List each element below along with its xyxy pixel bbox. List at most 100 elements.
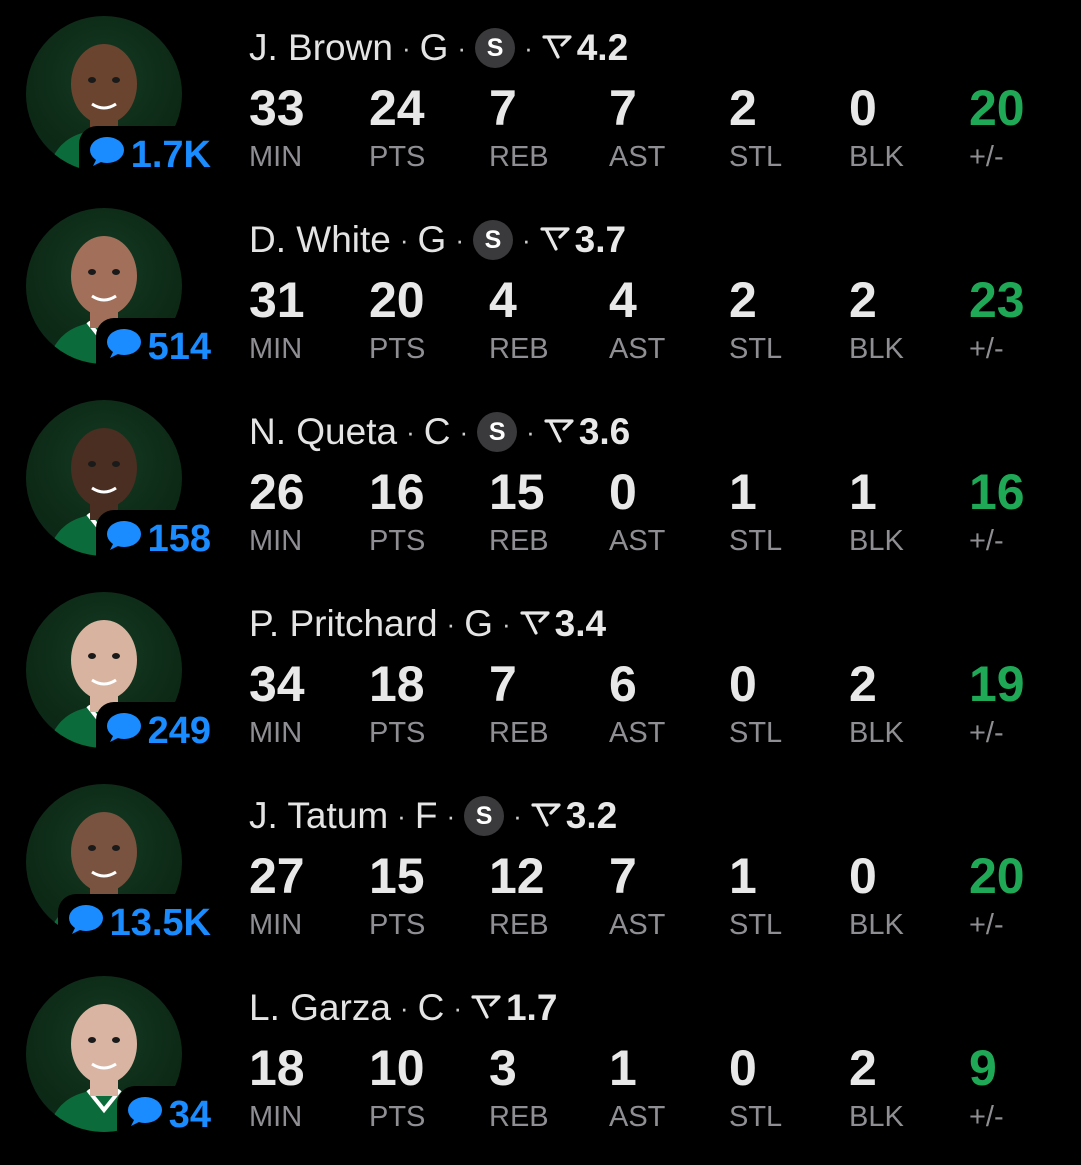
stat-value: 1 [729,464,757,520]
player-name[interactable]: D. White [249,219,391,261]
player-name[interactable]: N. Queta [249,411,397,453]
stat-value: 15 [369,848,425,904]
stat-label: AST [609,717,666,749]
player-info-line: P. Pritchard · G · 3.4 [249,600,606,648]
separator-dot: · [524,32,533,63]
stat-value: 2 [729,272,757,328]
separator-dot: · [501,608,511,639]
stat-value: 12 [489,848,545,904]
player-name[interactable]: J. Brown [249,27,393,69]
comment-bubble-icon [127,1096,163,1135]
separator-dot: · [513,800,522,831]
comment-bubble-icon [89,136,125,175]
stat-label: MIN [249,141,303,173]
rating-icon [520,603,550,645]
stat-value: 9 [969,1040,997,1096]
separator-dot: · [455,224,464,255]
stat-value: 2 [849,656,877,712]
stat-label: PTS [369,525,426,557]
stat-label: +/- [969,333,1004,365]
stat-label: STL [729,1101,783,1133]
stat-value: 16 [969,464,1025,520]
comment-count: 249 [147,710,211,752]
player-row[interactable]: 158 N. Queta · C · S · 3.6 26 MIN 16 PTS 15 REB 0 AST 1 S… [0,384,1081,576]
player-row[interactable]: 514 D. White · G · S · 3.7 31 MIN 20 PTS 4 REB 4 AST 2 ST… [0,192,1081,384]
separator-dot: · [446,800,456,831]
stat-value: 15 [489,464,545,520]
stat-value: 16 [369,464,425,520]
stat-value: 3 [489,1040,517,1096]
stat-value: 19 [969,656,1025,712]
stat-label: PTS [369,909,426,941]
stat-label: STL [729,525,783,557]
stat-label: STL [729,909,783,941]
player-name[interactable]: P. Pritchard [249,603,438,645]
stat-label: BLK [849,333,904,365]
comment-count-badge[interactable]: 249 [95,702,213,760]
rating-value: 3.2 [565,795,618,836]
stat-label: PTS [369,141,426,173]
player-info-line: L. Garza · C · 1.7 [249,984,557,1032]
player-name[interactable]: J. Tatum [249,795,388,837]
comment-count: 158 [147,518,211,560]
stat-label: +/- [969,141,1004,173]
player-row[interactable]: 13.5K J. Tatum · F · S · 3.2 27 MIN 15 PTS 12 REB 7 AST… [0,768,1081,960]
player-name[interactable]: L. Garza [249,987,391,1029]
stat-label: REB [489,717,549,749]
player-info-line: J. Brown · G · S · 4.2 [249,24,628,72]
player-position: G [464,603,493,644]
player-rating: 3.7 [540,219,626,261]
stat-value: 18 [249,1040,305,1096]
stat-label: REB [489,525,549,557]
stat-value: 34 [249,656,305,712]
stat-value: 33 [249,80,305,136]
stat-value: 1 [609,1040,637,1096]
comment-count-badge[interactable]: 13.5K [57,894,213,952]
comment-count-badge[interactable]: 34 [116,1086,213,1144]
stat-label: +/- [969,717,1004,749]
stat-value: 23 [969,272,1025,328]
stat-label: MIN [249,717,303,749]
player-position: C [417,987,445,1028]
player-rating: 4.2 [542,27,628,69]
comment-count: 1.7K [130,134,211,176]
player-position: C [423,411,451,452]
stat-value: 1 [729,848,757,904]
separator-dot: · [459,416,469,447]
rating-icon [542,27,572,69]
rating-value: 3.7 [574,219,627,260]
stat-label: STL [729,333,783,365]
stat-value: 7 [489,80,517,136]
separator-dot: · [399,992,409,1023]
stat-value: 10 [369,1040,425,1096]
player-row[interactable]: 1.7K J. Brown · G · S · 4.2 33 MIN 24 PTS 7 REB 7 AST 2 S… [0,0,1081,192]
rating-icon [471,987,501,1029]
comment-count-badge[interactable]: 1.7K [78,126,213,184]
comment-count: 13.5K [109,902,211,944]
stat-label: BLK [849,1101,904,1133]
player-row[interactable]: 249 P. Pritchard · G · 3.4 34 MIN 18 PTS 7 REB 6 AST 0… [0,576,1081,768]
stat-value: 24 [369,80,425,136]
player-rating: 1.7 [471,987,557,1029]
stat-value: 20 [969,848,1025,904]
comment-count: 514 [147,326,211,368]
separator-dot: · [406,416,415,447]
player-position: G [417,219,447,260]
player-rating: 3.6 [544,411,630,453]
player-info-line: N. Queta · C · S · 3.6 [249,408,630,456]
comment-bubble-icon [106,328,142,367]
stat-value: 0 [729,1040,757,1096]
player-position: G [419,27,449,68]
comment-count-badge[interactable]: 158 [95,510,213,568]
stat-label: MIN [249,333,303,365]
player-row[interactable]: 34 L. Garza · C · 1.7 18 MIN 10 PTS 3 REB 1 AST 0 STL 2 B… [0,960,1081,1152]
separator-dot: · [521,224,531,255]
comment-bubble-icon [106,712,142,751]
stat-label: AST [609,333,666,365]
stat-label: MIN [249,525,303,557]
stat-label: AST [609,141,666,173]
separator-dot: · [453,992,462,1023]
stat-value: 7 [609,848,637,904]
player-rating: 3.2 [531,795,617,837]
comment-count-badge[interactable]: 514 [95,318,213,376]
